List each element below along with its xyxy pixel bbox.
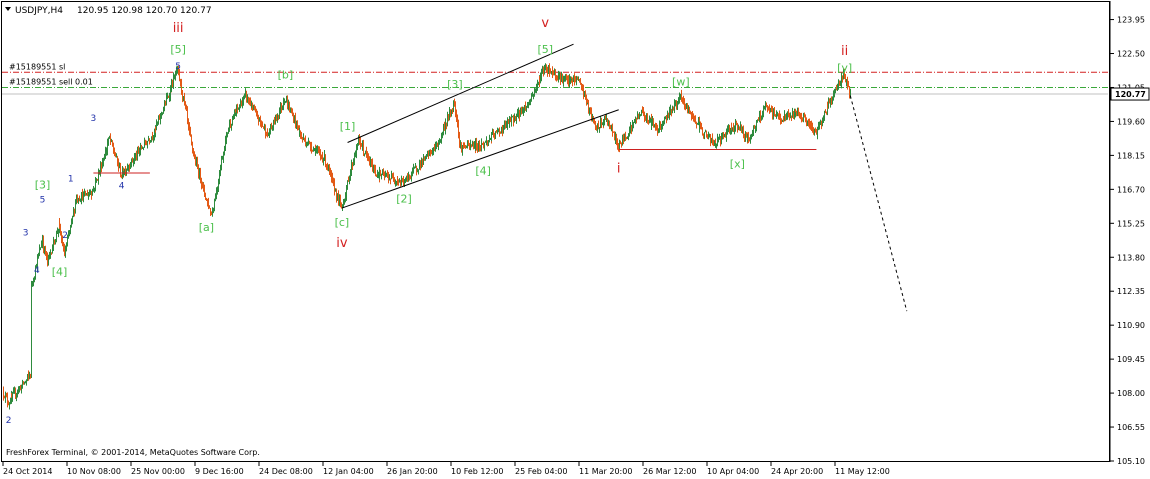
wave-label: [2] — [396, 193, 412, 206]
time-tick-label: 10 Nov 08:00 — [67, 467, 121, 476]
symbol-timeframe: USDJPY,H4 — [15, 6, 63, 16]
current-price-value: 120.77 — [1115, 90, 1146, 99]
price-tick-label: 105.10 — [1117, 457, 1145, 466]
price-tick-label: 123.95 — [1117, 16, 1145, 25]
time-tick-label: 24 Dec 08:00 — [259, 467, 313, 476]
wave-label: [4] — [52, 265, 68, 278]
wave-label: v — [541, 16, 549, 31]
price-tick-label: 110.90 — [1117, 321, 1145, 330]
time-tick-label: 10 Feb 12:00 — [451, 467, 503, 476]
wave-label: [3] — [447, 78, 463, 91]
wave-label: [a] — [199, 221, 214, 234]
wave-label: [5] — [537, 43, 553, 56]
wave-label: 2 — [62, 231, 68, 241]
time-tick-label: 11 May 12:00 — [835, 467, 890, 476]
price-tick-label: 109.45 — [1117, 355, 1145, 364]
price-tick-label: 112.35 — [1117, 287, 1145, 296]
time-tick-label: 25 Nov 00:00 — [131, 467, 185, 476]
wave-label: 2 — [6, 416, 12, 426]
wave-label: 4 — [119, 182, 125, 192]
time-tick-label: 26 Mar 12:00 — [643, 467, 696, 476]
wave-label: [y] — [837, 62, 852, 75]
time-tick-label: 11 Mar 20:00 — [579, 467, 632, 476]
time-tick-label: 25 Feb 04:00 — [515, 467, 567, 476]
time-tick-label: 24 Oct 2014 — [3, 467, 52, 476]
ohlc-values: 120.95 120.98 120.70 120.77 — [77, 6, 212, 16]
price-axis: 123.95122.50121.05119.60118.15116.70115.… — [1110, 16, 1145, 466]
time-tick-label: 10 Apr 04:00 — [707, 467, 759, 476]
wave-label: iii — [173, 21, 184, 36]
wave-label: i — [617, 161, 621, 176]
price-tick-label: 106.55 — [1117, 423, 1145, 432]
wave-label: [c] — [335, 216, 350, 229]
sell-order-label: #15189551 sell 0.01 — [9, 77, 93, 86]
time-axis: 24 Oct 2014 10 Nov 08:00 25 Nov 00:00 9 Dec… — [2, 462, 890, 476]
price-tick-label: 119.60 — [1117, 117, 1145, 126]
wave-label: [b] — [278, 69, 294, 82]
wave-label: 4 — [34, 266, 40, 276]
price-tick-label: 115.25 — [1117, 219, 1145, 228]
wave-label: ii — [841, 44, 848, 59]
wave-label: 3 — [91, 114, 97, 124]
wave-label: [3] — [35, 179, 51, 192]
time-tick-label: 26 Jan 20:00 — [387, 467, 438, 476]
time-tick-label: 12 Jan 04:00 — [323, 467, 374, 476]
wave-label: 5 — [175, 62, 181, 72]
wave-label: 3 — [23, 229, 29, 239]
wave-label: 5 — [40, 196, 46, 206]
price-tick-label: 113.80 — [1117, 253, 1145, 262]
price-tick-label: 118.15 — [1117, 151, 1145, 160]
wave-label: [w] — [672, 76, 690, 89]
time-tick-label: 24 Apr 20:00 — [771, 467, 823, 476]
wave-label: [4] — [475, 165, 491, 178]
price-tick-label: 116.70 — [1117, 185, 1145, 194]
wave-label: [5] — [170, 43, 186, 56]
price-tick-label: 122.50 — [1117, 50, 1145, 59]
chart-canvas: USDJPY,H4 120.95 120.98 120.70 120.77 #1… — [1, 1, 1150, 476]
wave-label: [x] — [730, 158, 745, 171]
wave-label: iv — [336, 236, 348, 251]
time-tick-label: 9 Dec 16:00 — [195, 467, 244, 476]
copyright-text: FreshForex Terminal, © 2001-2014, MetaQu… — [6, 448, 260, 457]
stop-loss-label: #15189551 sl — [9, 62, 65, 71]
wave-label: [1] — [340, 120, 356, 133]
price-tick-label: 108.00 — [1117, 389, 1145, 398]
wave-label: 1 — [68, 175, 74, 185]
